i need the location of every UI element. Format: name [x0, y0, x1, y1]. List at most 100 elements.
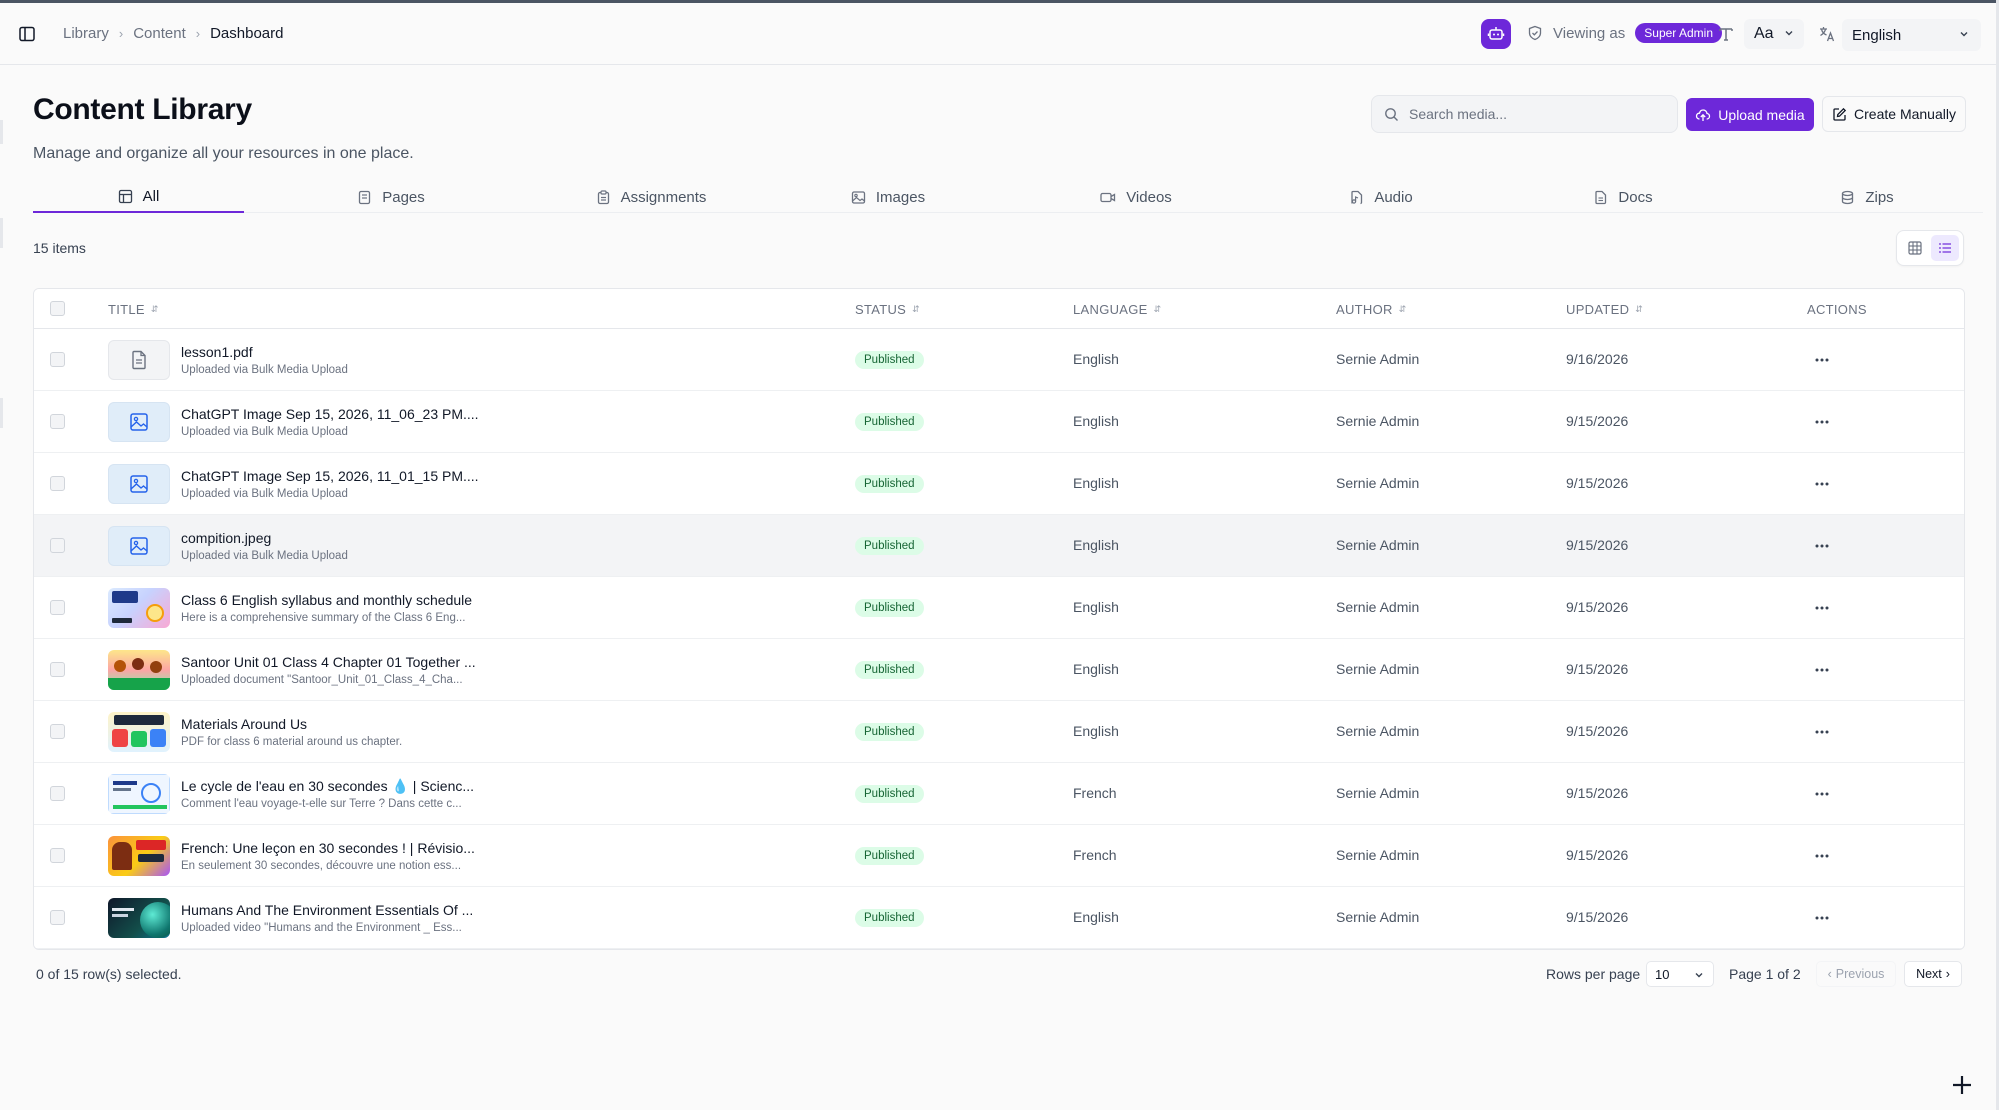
list-view-button[interactable]: [1931, 235, 1959, 261]
tab-pages[interactable]: Pages: [349, 181, 433, 213]
table-row[interactable]: Class 6 English syllabus and monthly sch…: [34, 577, 1964, 639]
row-title[interactable]: Le cycle de l'eau en 30 secondes 💧 | Sci…: [181, 778, 481, 795]
row-author: Sernie Admin: [1336, 475, 1420, 491]
row-actions-button[interactable]: [1808, 408, 1836, 436]
table-row[interactable]: Santoor Unit 01 Class 4 Chapter 01 Toget…: [34, 639, 1964, 701]
row-title[interactable]: Santoor Unit 01 Class 4 Chapter 01 Toget…: [181, 654, 481, 670]
select-all-checkbox[interactable]: [50, 301, 65, 316]
row-title[interactable]: Materials Around Us: [181, 716, 481, 732]
table-row[interactable]: lesson1.pdf Uploaded via Bulk Media Uploa…: [34, 329, 1964, 391]
column-author[interactable]: AUTHOR ⇵: [1336, 302, 1407, 317]
tab-images[interactable]: Images: [838, 181, 938, 213]
selection-summary: 0 of 15 row(s) selected.: [36, 966, 182, 982]
row-description: Comment l'eau voyage-t-elle sur Terre ? …: [181, 798, 462, 810]
row-checkbox[interactable]: [50, 724, 65, 739]
tab-label: All: [142, 187, 160, 205]
row-actions-button[interactable]: [1808, 594, 1836, 622]
rows-per-page-select[interactable]: 10: [1646, 961, 1714, 987]
database-icon: [1842, 190, 1854, 204]
table-row[interactable]: French: Une leçon en 30 secondes ! | Rév…: [34, 825, 1964, 887]
row-checkbox[interactable]: [50, 910, 65, 925]
more-horizontal-icon: [1815, 668, 1829, 672]
tab-assignments[interactable]: Assignments: [576, 181, 726, 213]
column-status[interactable]: STATUS ⇵: [855, 302, 920, 317]
rows-per-page-label: Rows per page: [1546, 966, 1641, 982]
column-updated[interactable]: UPDATED ⇵: [1566, 302, 1643, 317]
row-title[interactable]: ChatGPT Image Sep 15, 2026, 11_01_15 PM.…: [181, 468, 481, 484]
tab-docs[interactable]: Docs: [1581, 181, 1665, 213]
viewing-as-indicator: Viewing as Super Admin: [1527, 23, 1722, 43]
row-actions-button[interactable]: [1808, 904, 1836, 932]
next-page-button[interactable]: Next ›: [1904, 961, 1962, 987]
table-row[interactable]: ChatGPT Image Sep 15, 2026, 11_01_15 PM.…: [34, 453, 1964, 515]
row-actions-button[interactable]: [1808, 532, 1836, 560]
row-language: French: [1073, 785, 1117, 801]
search-box[interactable]: [1371, 95, 1678, 133]
row-actions-button[interactable]: [1808, 780, 1836, 808]
row-description: Uploaded via Bulk Media Upload: [181, 364, 348, 376]
table-row[interactable]: ChatGPT Image Sep 15, 2026, 11_06_23 PM.…: [34, 391, 1964, 453]
row-checkbox[interactable]: [50, 476, 65, 491]
breadcrumb-content[interactable]: Content: [133, 25, 186, 42]
sidebar-toggle-icon[interactable]: [18, 25, 36, 43]
table-row[interactable]: Le cycle de l'eau en 30 secondes 💧 | Sci…: [34, 763, 1964, 825]
more-horizontal-icon: [1815, 358, 1829, 362]
table-row[interactable]: compition.jpeg Uploaded via Bulk Media Up…: [34, 515, 1964, 577]
row-thumbnail: [108, 898, 170, 938]
row-description: Uploaded document "Santoor_Unit_01_Class…: [181, 674, 463, 686]
column-label: STATUS: [855, 302, 907, 317]
column-language[interactable]: LANGUAGE ⇵: [1073, 302, 1162, 317]
upload-media-button[interactable]: Upload media: [1686, 98, 1814, 131]
table-row[interactable]: Humans And The Environment Essentials Of…: [34, 887, 1964, 949]
row-actions-button[interactable]: [1808, 842, 1836, 870]
search-input[interactable]: [1409, 106, 1659, 122]
tab-all[interactable]: All: [33, 181, 244, 213]
tab-zips[interactable]: Zips: [1827, 181, 1907, 213]
translate-icon: [1820, 27, 1835, 42]
tab-videos[interactable]: Videos: [1086, 181, 1186, 213]
row-updated: 9/15/2026: [1566, 413, 1629, 429]
more-horizontal-icon: [1815, 606, 1829, 610]
edit-square-icon: [1833, 107, 1847, 121]
thumbnail-image: [108, 712, 170, 752]
create-manually-button[interactable]: Create Manually: [1822, 96, 1966, 132]
row-language: English: [1073, 537, 1119, 553]
row-checkbox[interactable]: [50, 662, 65, 677]
grid-view-button[interactable]: [1901, 235, 1929, 261]
row-title[interactable]: ChatGPT Image Sep 15, 2026, 11_06_23 PM.…: [181, 406, 481, 422]
row-checkbox[interactable]: [50, 352, 65, 367]
page-subtitle: Manage and organize all your resources i…: [33, 145, 414, 162]
row-checkbox[interactable]: [50, 600, 65, 615]
row-title[interactable]: lesson1.pdf: [181, 344, 481, 360]
row-actions-button[interactable]: [1808, 346, 1836, 374]
image-icon: [130, 413, 148, 431]
row-actions-button[interactable]: [1808, 656, 1836, 684]
breadcrumb-dashboard: Dashboard: [210, 25, 284, 42]
tab-audio[interactable]: Audio: [1336, 181, 1426, 213]
row-actions-button[interactable]: [1808, 470, 1836, 498]
row-checkbox[interactable]: [50, 414, 65, 429]
thumbnail-image: [108, 898, 170, 938]
font-size-select[interactable]: Aa: [1744, 19, 1804, 49]
row-checkbox[interactable]: [50, 786, 65, 801]
row-checkbox[interactable]: [50, 538, 65, 553]
previous-page-button[interactable]: ‹ Previous: [1816, 961, 1896, 987]
column-title[interactable]: TITLE ⇵: [108, 302, 159, 317]
assistant-bot-button[interactable]: [1481, 19, 1511, 49]
row-checkbox[interactable]: [50, 848, 65, 863]
row-actions-button[interactable]: [1808, 718, 1836, 746]
thumbnail-image: [108, 588, 170, 628]
row-title[interactable]: Class 6 English syllabus and monthly sch…: [181, 592, 481, 608]
font-size-value: Aa: [1754, 25, 1774, 42]
row-author: Sernie Admin: [1336, 537, 1420, 553]
breadcrumb-library[interactable]: Library: [63, 25, 109, 42]
language-select[interactable]: English: [1842, 19, 1981, 51]
row-language: English: [1073, 351, 1119, 367]
row-title[interactable]: French: Une leçon en 30 secondes ! | Rév…: [181, 840, 481, 856]
status-badge: Published: [855, 351, 924, 369]
row-title[interactable]: compition.jpeg: [181, 530, 481, 546]
plus-icon[interactable]: [1951, 1074, 1973, 1096]
table-row[interactable]: Materials Around Us PDF for class 6 mater…: [34, 701, 1964, 763]
row-description: Uploaded via Bulk Media Upload: [181, 550, 348, 562]
row-title[interactable]: Humans And The Environment Essentials Of…: [181, 902, 481, 918]
